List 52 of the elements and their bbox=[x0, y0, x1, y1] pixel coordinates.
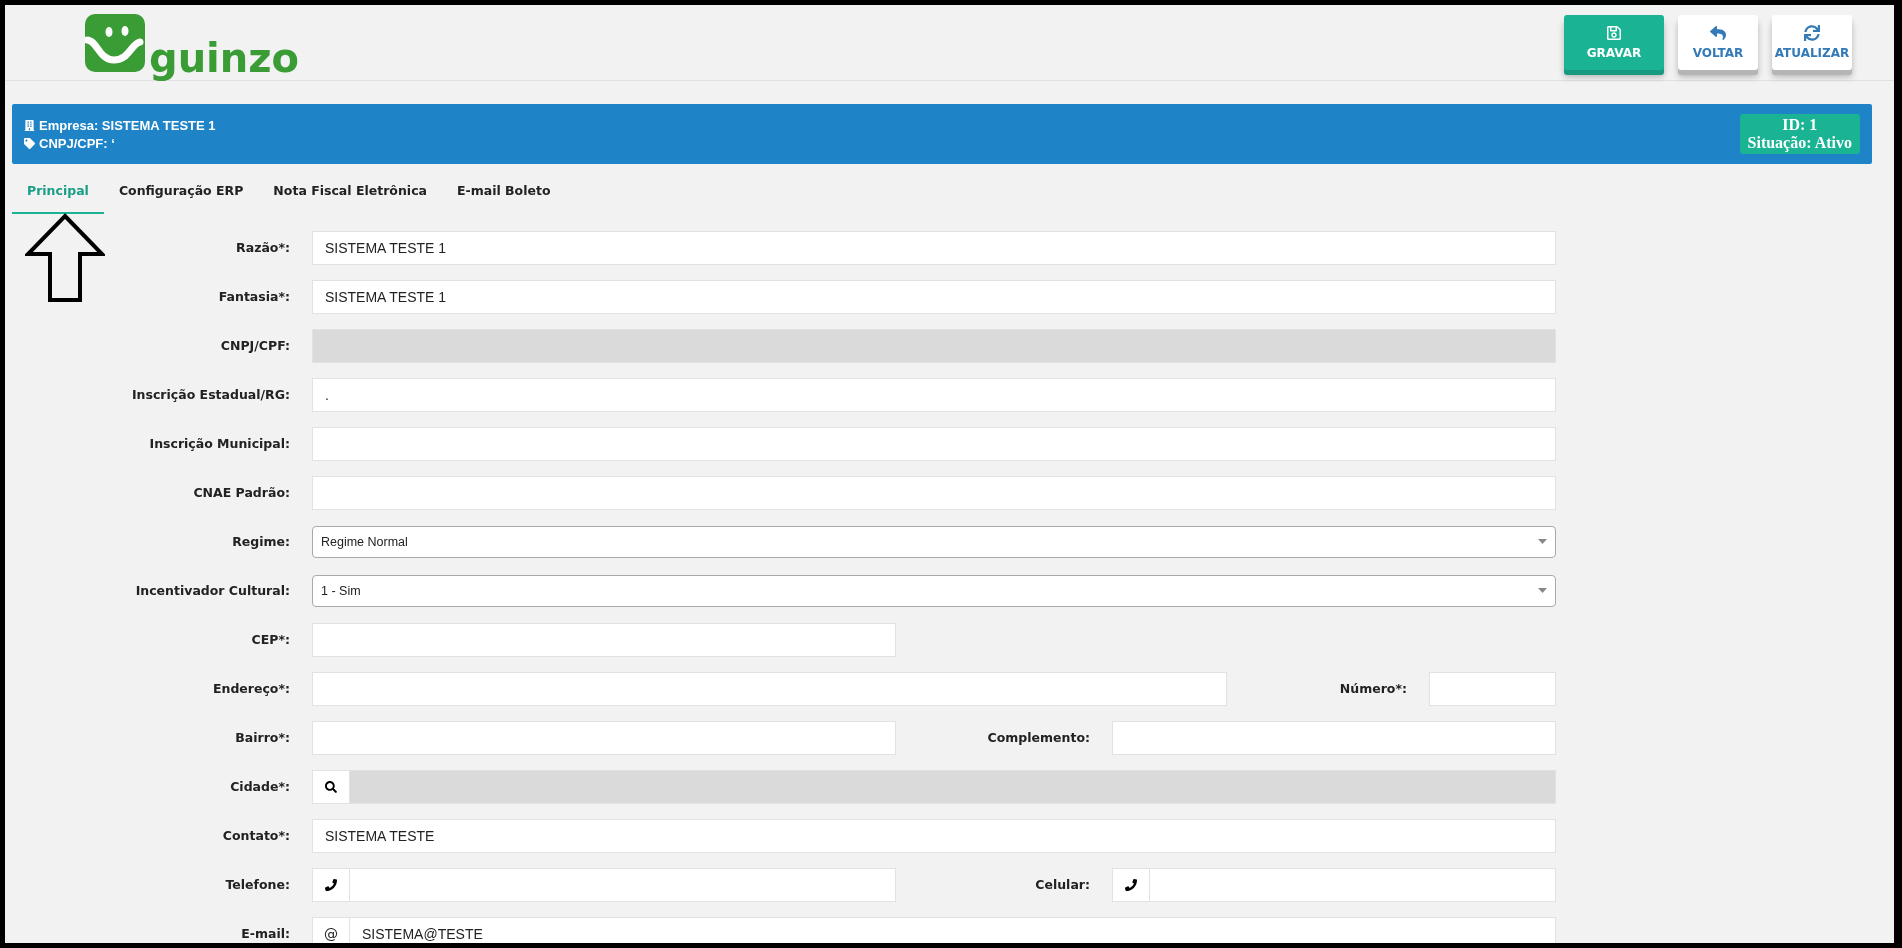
input-field[interactable] bbox=[312, 622, 896, 657]
field-label: Inscrição Municipal: bbox=[148, 436, 290, 451]
field-label: Telefone: bbox=[224, 877, 290, 892]
field-label: Regime: bbox=[231, 534, 290, 549]
tab[interactable]: Configuração ERP bbox=[103, 171, 259, 214]
field-label: CEP*: bbox=[250, 632, 290, 647]
input-field[interactable] bbox=[312, 671, 1227, 706]
refresh-icon bbox=[1804, 25, 1820, 41]
field-label: CNPJ/CPF: bbox=[219, 338, 290, 353]
field-label: E-mail: bbox=[240, 926, 290, 941]
field-label: Inscrição Estadual/RG: bbox=[130, 387, 290, 402]
input-field[interactable]: SISTEMA@TESTE bbox=[350, 916, 1556, 943]
tag-icon bbox=[24, 137, 35, 149]
input-field[interactable] bbox=[312, 720, 896, 755]
tab[interactable]: Nota Fiscal Eletrônica bbox=[258, 171, 442, 214]
field-label: Incentivador Cultural: bbox=[134, 583, 290, 598]
dropdown-caret-icon bbox=[1538, 539, 1547, 544]
field-label: Cidade*: bbox=[229, 779, 290, 794]
input-field[interactable]: SISTEMA TESTE 1 bbox=[312, 279, 1556, 314]
field-label: Complemento: bbox=[986, 730, 1090, 745]
input-field[interactable]: SISTEMA TESTE bbox=[312, 818, 1556, 853]
input-field[interactable]: SISTEMA TESTE 1 bbox=[312, 230, 1556, 265]
input-field[interactable] bbox=[312, 426, 1556, 461]
document-number: CNPJ/CPF: ‘ bbox=[39, 135, 115, 151]
search-button[interactable] bbox=[312, 769, 350, 804]
status-badge: ID: 1 Situação: Ativo bbox=[1739, 114, 1860, 154]
field-label: Fantasia*: bbox=[217, 289, 290, 304]
smiley-logo-icon bbox=[85, 13, 145, 72]
phone-icon bbox=[1125, 878, 1137, 891]
field-label: Endereço*: bbox=[211, 681, 290, 696]
select-field[interactable]: Regime Normal bbox=[312, 525, 1556, 558]
input-field[interactable] bbox=[312, 475, 1556, 510]
input-field[interactable] bbox=[1150, 867, 1556, 902]
tab[interactable]: E-mail Boleto bbox=[442, 171, 566, 214]
at-sign-addon: @ bbox=[312, 916, 350, 943]
field-label: Razão*: bbox=[235, 240, 290, 255]
select-field[interactable]: 1 - Sim bbox=[312, 574, 1556, 607]
search-icon bbox=[325, 780, 337, 793]
phone-icon bbox=[325, 878, 337, 891]
field-label: Número*: bbox=[1338, 681, 1407, 696]
input-field[interactable] bbox=[1429, 671, 1556, 706]
dropdown-caret-icon bbox=[1538, 588, 1547, 593]
input-field[interactable]: . bbox=[312, 377, 1556, 412]
company-name: Empresa: SISTEMA TESTE 1 bbox=[39, 117, 216, 133]
field-label: Contato*: bbox=[221, 828, 290, 843]
field-label: CNAE Padrão: bbox=[192, 485, 290, 500]
field-label: Bairro*: bbox=[234, 730, 290, 745]
building-icon bbox=[24, 119, 35, 131]
reply-arrow-icon bbox=[1710, 25, 1726, 41]
input-field[interactable] bbox=[350, 867, 896, 902]
field-label: Celular: bbox=[1034, 877, 1090, 892]
input-field[interactable] bbox=[1112, 720, 1556, 755]
